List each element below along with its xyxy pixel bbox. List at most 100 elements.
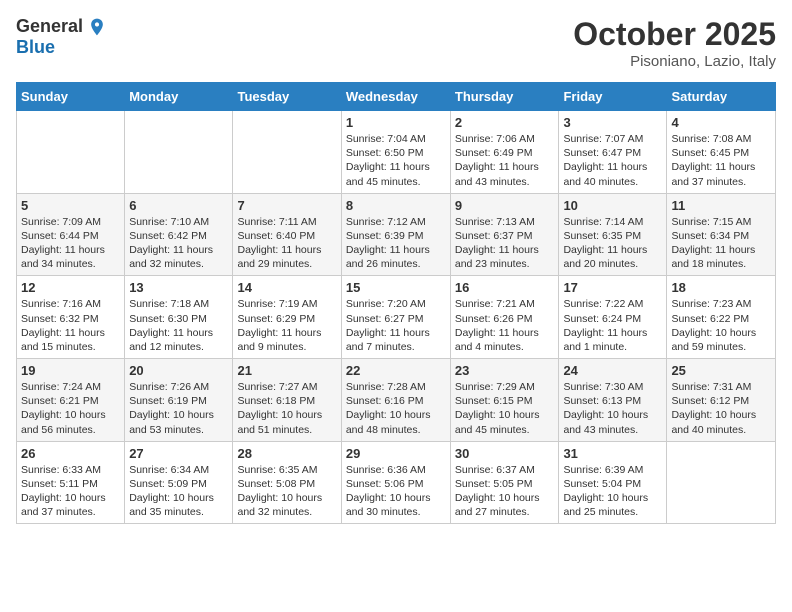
calendar-week-4: 19 Sunrise: 7:24 AMSunset: 6:21 PMDayligh…	[17, 359, 776, 442]
day-info: Sunrise: 7:10 AMSunset: 6:42 PMDaylight:…	[129, 215, 228, 272]
day-info: Sunrise: 7:24 AMSunset: 6:21 PMDaylight:…	[21, 380, 120, 437]
day-number: 14	[237, 280, 336, 295]
day-number: 27	[129, 446, 228, 461]
day-number: 5	[21, 198, 120, 213]
day-info: Sunrise: 7:26 AMSunset: 6:19 PMDaylight:…	[129, 380, 228, 437]
calendar-cell: 27 Sunrise: 6:34 AMSunset: 5:09 PMDayligh…	[125, 441, 233, 524]
calendar-cell: 13 Sunrise: 7:18 AMSunset: 6:30 PMDayligh…	[125, 276, 233, 359]
weekday-header-friday: Friday	[559, 83, 667, 111]
day-info: Sunrise: 7:28 AMSunset: 6:16 PMDaylight:…	[346, 380, 446, 437]
calendar-cell: 16 Sunrise: 7:21 AMSunset: 6:26 PMDayligh…	[450, 276, 559, 359]
weekday-header-tuesday: Tuesday	[233, 83, 341, 111]
day-number: 22	[346, 363, 446, 378]
calendar-cell: 3Sunrise: 7:07 AMSunset: 6:47 PMDaylight…	[559, 111, 667, 194]
weekday-header-monday: Monday	[125, 83, 233, 111]
day-info: Sunrise: 7:29 AMSunset: 6:15 PMDaylight:…	[455, 380, 555, 437]
calendar-cell: 31Sunrise: 6:39 AMSunset: 5:04 PMDayligh…	[559, 441, 667, 524]
day-info: Sunrise: 7:31 AMSunset: 6:12 PMDaylight:…	[671, 380, 771, 437]
calendar: SundayMondayTuesdayWednesdayThursdayFrid…	[16, 82, 776, 524]
day-info: Sunrise: 7:16 AMSunset: 6:32 PMDaylight:…	[21, 297, 120, 354]
month-title: October 2025	[573, 16, 776, 53]
day-info: Sunrise: 7:12 AMSunset: 6:39 PMDaylight:…	[346, 215, 446, 272]
calendar-cell	[233, 111, 341, 194]
day-number: 23	[455, 363, 555, 378]
day-number: 3	[563, 115, 662, 130]
calendar-cell: 22 Sunrise: 7:28 AMSunset: 6:16 PMDayligh…	[341, 359, 450, 442]
day-info: Sunrise: 6:39 AMSunset: 5:04 PMDaylight:…	[563, 463, 662, 520]
logo-blue: Blue	[16, 37, 55, 58]
day-info: Sunrise: 7:19 AMSunset: 6:29 PMDaylight:…	[237, 297, 336, 354]
day-number: 30	[455, 446, 555, 461]
day-number: 24	[563, 363, 662, 378]
calendar-cell: 12 Sunrise: 7:16 AMSunset: 6:32 PMDayligh…	[17, 276, 125, 359]
day-number: 9	[455, 198, 555, 213]
logo: General Blue	[16, 16, 107, 58]
day-number: 20	[129, 363, 228, 378]
calendar-cell: 30 Sunrise: 6:37 AMSunset: 5:05 PMDayligh…	[450, 441, 559, 524]
day-number: 16	[455, 280, 555, 295]
location: Pisoniano, Lazio, Italy	[573, 53, 776, 70]
day-number: 4	[671, 115, 771, 130]
calendar-cell: 18Sunrise: 7:23 AMSunset: 6:22 PMDayligh…	[667, 276, 776, 359]
calendar-cell: 8Sunrise: 7:12 AMSunset: 6:39 PMDaylight…	[341, 193, 450, 276]
calendar-cell: 11 Sunrise: 7:15 AMSunset: 6:34 PMDayligh…	[667, 193, 776, 276]
calendar-cell	[667, 441, 776, 524]
calendar-cell: 28Sunrise: 6:35 AMSunset: 5:08 PMDayligh…	[233, 441, 341, 524]
calendar-week-3: 12 Sunrise: 7:16 AMSunset: 6:32 PMDayligh…	[17, 276, 776, 359]
day-info: Sunrise: 7:04 AMSunset: 6:50 PMDaylight:…	[346, 132, 446, 189]
day-number: 13	[129, 280, 228, 295]
day-number: 28	[237, 446, 336, 461]
calendar-cell: 1Sunrise: 7:04 AMSunset: 6:50 PMDaylight…	[341, 111, 450, 194]
day-number: 11	[671, 198, 771, 213]
day-number: 10	[563, 198, 662, 213]
day-info: Sunrise: 6:36 AMSunset: 5:06 PMDaylight:…	[346, 463, 446, 520]
day-number: 26	[21, 446, 120, 461]
page-header: General Blue October 2025 Pisoniano, Laz…	[16, 16, 776, 70]
title-area: October 2025 Pisoniano, Lazio, Italy	[573, 16, 776, 70]
calendar-cell: 20 Sunrise: 7:26 AMSunset: 6:19 PMDayligh…	[125, 359, 233, 442]
day-info: Sunrise: 6:37 AMSunset: 5:05 PMDaylight:…	[455, 463, 555, 520]
calendar-cell: 14 Sunrise: 7:19 AMSunset: 6:29 PMDayligh…	[233, 276, 341, 359]
day-info: Sunrise: 6:33 AMSunset: 5:11 PMDaylight:…	[21, 463, 120, 520]
calendar-cell	[17, 111, 125, 194]
logo-general: General	[16, 16, 83, 37]
day-number: 12	[21, 280, 120, 295]
day-info: Sunrise: 6:34 AMSunset: 5:09 PMDaylight:…	[129, 463, 228, 520]
weekday-header-sunday: Sunday	[17, 83, 125, 111]
calendar-week-1: 1Sunrise: 7:04 AMSunset: 6:50 PMDaylight…	[17, 111, 776, 194]
calendar-cell: 9Sunrise: 7:13 AMSunset: 6:37 PMDaylight…	[450, 193, 559, 276]
day-number: 17	[563, 280, 662, 295]
day-info: Sunrise: 7:11 AMSunset: 6:40 PMDaylight:…	[237, 215, 336, 272]
calendar-cell: 26 Sunrise: 6:33 AMSunset: 5:11 PMDayligh…	[17, 441, 125, 524]
weekday-header-saturday: Saturday	[667, 83, 776, 111]
calendar-cell: 25 Sunrise: 7:31 AMSunset: 6:12 PMDayligh…	[667, 359, 776, 442]
day-number: 19	[21, 363, 120, 378]
day-number: 7	[237, 198, 336, 213]
calendar-cell: 4 Sunrise: 7:08 AMSunset: 6:45 PMDaylight…	[667, 111, 776, 194]
day-info: Sunrise: 7:27 AMSunset: 6:18 PMDaylight:…	[237, 380, 336, 437]
weekday-header-wednesday: Wednesday	[341, 83, 450, 111]
day-info: Sunrise: 7:18 AMSunset: 6:30 PMDaylight:…	[129, 297, 228, 354]
day-number: 25	[671, 363, 771, 378]
calendar-cell: 2 Sunrise: 7:06 AMSunset: 6:49 PMDaylight…	[450, 111, 559, 194]
day-number: 2	[455, 115, 555, 130]
calendar-cell: 21 Sunrise: 7:27 AMSunset: 6:18 PMDayligh…	[233, 359, 341, 442]
calendar-cell: 29 Sunrise: 6:36 AMSunset: 5:06 PMDayligh…	[341, 441, 450, 524]
day-info: Sunrise: 7:21 AMSunset: 6:26 PMDaylight:…	[455, 297, 555, 354]
day-info: Sunrise: 7:08 AMSunset: 6:45 PMDaylight:…	[671, 132, 771, 189]
logo-icon	[87, 17, 107, 37]
day-number: 21	[237, 363, 336, 378]
weekday-header-row: SundayMondayTuesdayWednesdayThursdayFrid…	[17, 83, 776, 111]
calendar-cell: 15Sunrise: 7:20 AMSunset: 6:27 PMDayligh…	[341, 276, 450, 359]
day-info: Sunrise: 7:15 AMSunset: 6:34 PMDaylight:…	[671, 215, 771, 272]
day-info: Sunrise: 7:14 AMSunset: 6:35 PMDaylight:…	[563, 215, 662, 272]
day-info: Sunrise: 7:22 AMSunset: 6:24 PMDaylight:…	[563, 297, 662, 354]
calendar-cell: 23 Sunrise: 7:29 AMSunset: 6:15 PMDayligh…	[450, 359, 559, 442]
calendar-cell: 6Sunrise: 7:10 AMSunset: 6:42 PMDaylight…	[125, 193, 233, 276]
day-number: 29	[346, 446, 446, 461]
day-info: Sunrise: 7:06 AMSunset: 6:49 PMDaylight:…	[455, 132, 555, 189]
calendar-cell: 24 Sunrise: 7:30 AMSunset: 6:13 PMDayligh…	[559, 359, 667, 442]
day-info: Sunrise: 7:30 AMSunset: 6:13 PMDaylight:…	[563, 380, 662, 437]
calendar-cell: 19 Sunrise: 7:24 AMSunset: 6:21 PMDayligh…	[17, 359, 125, 442]
calendar-cell: 7 Sunrise: 7:11 AMSunset: 6:40 PMDaylight…	[233, 193, 341, 276]
